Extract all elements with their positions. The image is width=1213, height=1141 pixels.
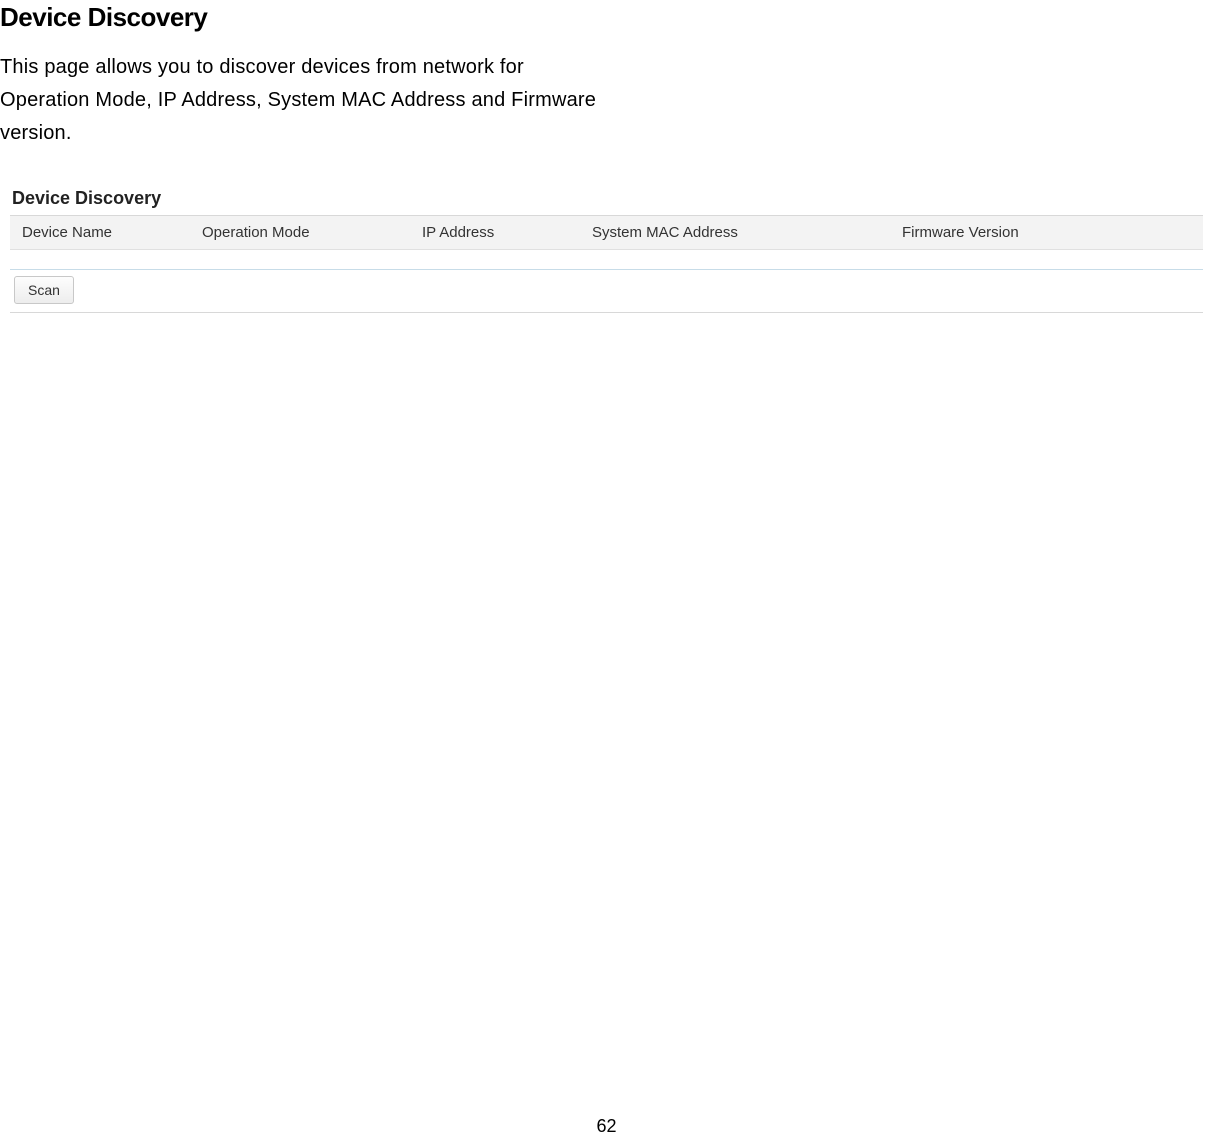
panel-title: Device Discovery xyxy=(10,188,1203,209)
page-title: Device Discovery xyxy=(0,0,1213,33)
scan-row: Scan xyxy=(10,270,1203,313)
device-discovery-panel: Device Discovery Device Name Operation M… xyxy=(0,178,1213,313)
col-ip-address: IP Address xyxy=(410,216,580,250)
device-table: Device Name Operation Mode IP Address Sy… xyxy=(10,215,1203,270)
col-device-name: Device Name xyxy=(10,216,190,250)
col-mac-address: System MAC Address xyxy=(580,216,890,250)
table-header-row: Device Name Operation Mode IP Address Sy… xyxy=(10,216,1203,250)
col-firmware: Firmware Version xyxy=(890,216,1203,250)
scan-button[interactable]: Scan xyxy=(14,276,74,304)
page-description: This page allows you to discover devices… xyxy=(0,51,600,150)
page-number: 62 xyxy=(596,1116,616,1137)
table-empty-row xyxy=(10,250,1203,270)
col-operation-mode: Operation Mode xyxy=(190,216,410,250)
